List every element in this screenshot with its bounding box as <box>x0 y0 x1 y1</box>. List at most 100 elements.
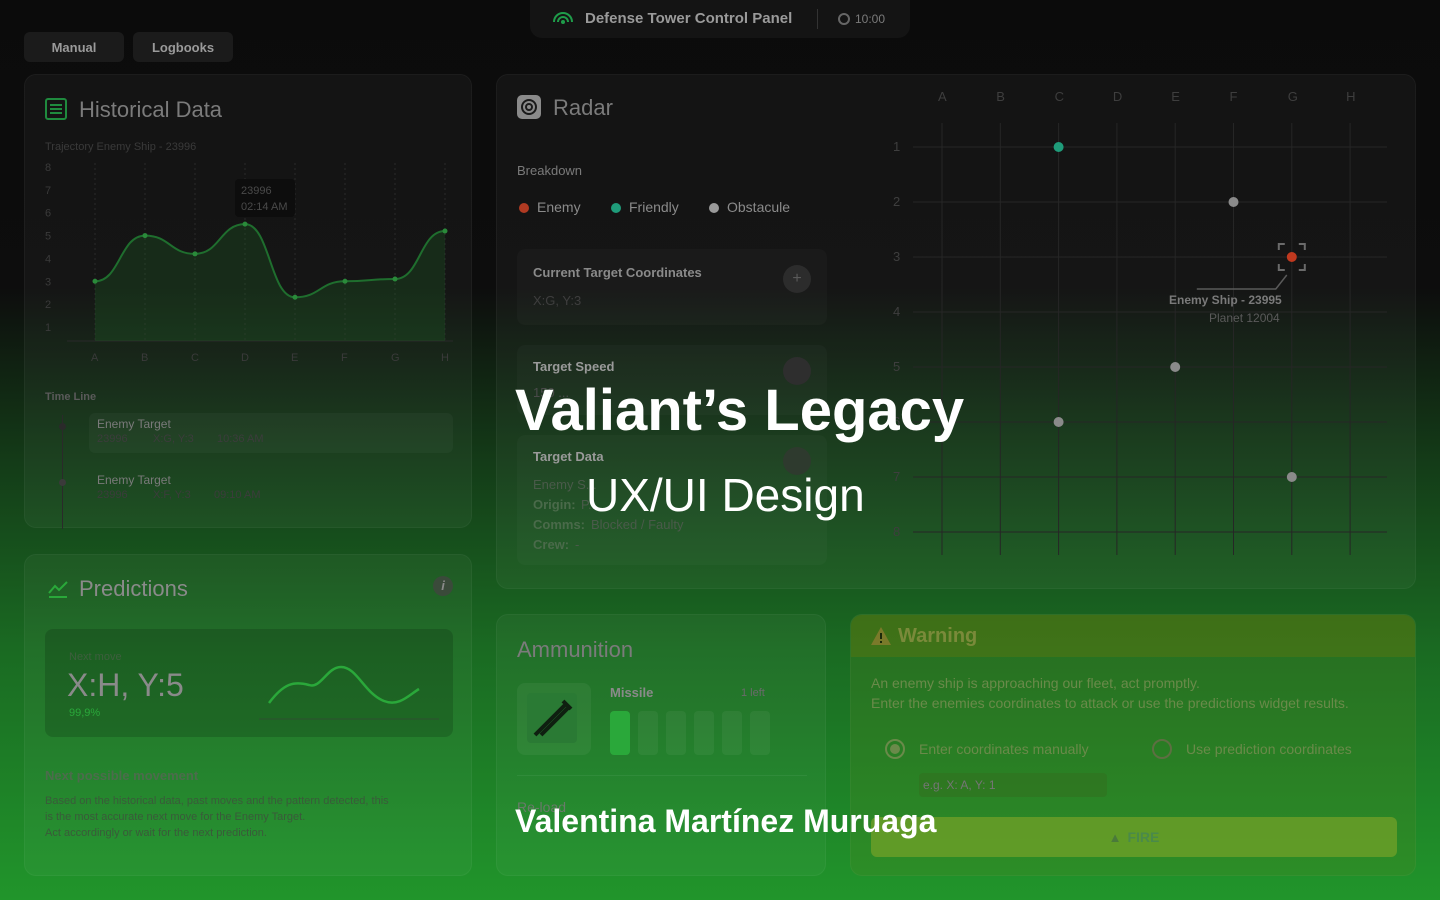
next-move-label: Next move <box>69 651 122 663</box>
y-tick-label: 5 <box>45 231 51 243</box>
ammo-slot <box>666 711 686 755</box>
y-tick-label: 2 <box>45 299 51 311</box>
timeline-item-coords: X:F, Y:3 <box>153 489 191 501</box>
column-label: D <box>1113 89 1122 104</box>
data-point <box>442 228 448 234</box>
prediction-description-2: is the most accurate next move for the E… <box>45 811 306 823</box>
column-label: G <box>1288 89 1298 104</box>
data-point <box>142 233 148 239</box>
crew-label: Crew: <box>533 537 570 552</box>
bracket-corner <box>1277 264 1285 271</box>
row-label: 4 <box>893 304 900 319</box>
predictions-title: Predictions <box>79 576 188 601</box>
obstacle-dot <box>709 203 719 214</box>
y-tick-label: 7 <box>45 185 51 197</box>
crew-value: - <box>575 537 580 552</box>
target-data-label: Target Data <box>533 449 604 464</box>
timeline-item-title: Enemy Target <box>97 473 171 487</box>
timeline-item[interactable]: Enemy Target 23996 X:F, Y:3 09:10 AM <box>89 469 453 509</box>
legend-friendly: Friendly <box>611 199 679 215</box>
timeline-item-time: 09:10 AM <box>214 489 261 501</box>
timeline-item-coords: X:G, Y:3 <box>153 433 194 445</box>
radio-manual-selected <box>890 744 900 754</box>
timeline-item-title: Enemy Target <box>97 417 171 431</box>
legend-enemy-label: Enemy <box>537 199 581 215</box>
bracket-corner <box>1298 264 1306 271</box>
predictions-panel: Predictions i Next move X:H, Y:5 99,9% N… <box>24 554 472 876</box>
clock-time: 10:00 <box>855 12 886 26</box>
flame-icon: ▲ <box>1108 829 1122 845</box>
x-tick-label: F <box>341 352 348 364</box>
bracket-corner <box>1277 243 1285 250</box>
radio-manual-label: Enter coordinates manually <box>919 741 1089 757</box>
obstacle-marker <box>1053 417 1064 427</box>
tooltip-time: 02:14 AM <box>241 201 288 213</box>
target-speed-label: Target Speed <box>533 359 615 374</box>
ammo-bars <box>610 711 790 755</box>
y-tick-label: 8 <box>45 162 51 174</box>
timeline-item-id: 23996 <box>97 489 128 501</box>
ship-sublabel: Planet 12004 <box>1209 311 1280 325</box>
column-label: B <box>996 89 1005 104</box>
column-label: C <box>1055 89 1064 104</box>
timeline-item-time: 10:36 AM <box>217 433 264 445</box>
row-label: 3 <box>893 249 900 264</box>
ammunition-title: Ammunition <box>517 637 634 662</box>
current-target-card: Current Target Coordinates X:G, Y:3 + <box>517 249 827 325</box>
top-bar: Defense Tower Control Panel 10:00 <box>530 0 910 38</box>
column-label: E <box>1171 89 1180 104</box>
ammo-slot <box>694 711 714 755</box>
radar-title: Radar <box>553 95 613 120</box>
radar-grid: A B C D E F G H12345678 <box>893 89 1387 555</box>
friendly-marker <box>1053 142 1064 152</box>
warning-line2: Enter the enemies coordinates to attack … <box>871 695 1349 711</box>
timeline-item[interactable]: Enemy Target 23996 X:G, Y:3 10:36 AM <box>89 413 453 453</box>
y-tick-label: 3 <box>45 276 51 288</box>
overlay-title: Valiant’s Legacy <box>515 378 965 443</box>
y-tick-label: 6 <box>45 208 51 220</box>
legend-obstacle: Obstacule <box>709 199 790 215</box>
coordinates-input[interactable] <box>919 773 1107 797</box>
ammo-divider <box>517 775 807 776</box>
legend-obstacle-label: Obstacule <box>727 199 791 215</box>
logbooks-button[interactable]: Logbooks <box>133 32 233 62</box>
ship-label-leader <box>1196 274 1288 290</box>
radio-manual[interactable] <box>885 739 905 759</box>
manual-button[interactable]: Manual <box>24 32 124 62</box>
ammo-slot <box>610 711 630 755</box>
enemy-dot <box>519 203 529 214</box>
data-point <box>242 221 248 227</box>
legend-friendly-label: Friendly <box>629 199 679 215</box>
x-tick-label: B <box>141 352 148 364</box>
ammo-slot <box>750 711 770 755</box>
row-label: 8 <box>893 524 900 539</box>
prediction-description-3: Act accordingly or wait for the next pre… <box>45 827 267 839</box>
warning-icon <box>871 627 891 645</box>
column-label: F <box>1230 89 1238 104</box>
ammo-slot <box>722 711 742 755</box>
data-point <box>92 278 98 284</box>
historical-data-title: Historical Data <box>79 97 223 122</box>
column-label: H <box>1346 89 1355 104</box>
ammo-slot <box>638 711 658 755</box>
fire-label: FIRE <box>1127 829 1160 845</box>
x-tick-label: A <box>91 352 99 364</box>
historical-data-panel: Historical Data Trajectory Enemy Ship - … <box>24 74 472 529</box>
app-title: Defense Tower Control Panel <box>585 10 793 27</box>
comms-label: Comms: <box>533 517 586 532</box>
info-icon[interactable]: i <box>433 576 453 596</box>
timeline-label: Time Line <box>45 391 97 403</box>
missile-left: 1 left <box>741 687 765 699</box>
data-point <box>192 251 198 257</box>
chart-tooltip: 23996 02:14 AM <box>235 179 295 217</box>
radio-prediction[interactable] <box>1152 739 1172 759</box>
data-point <box>292 294 298 300</box>
timeline-item-id: 23996 <box>97 433 128 445</box>
overlay-author: Valentina Martínez Muruaga <box>515 803 937 839</box>
fire-button[interactable]: ▲ FIRE <box>871 817 1397 857</box>
missile-icon-box <box>517 683 591 755</box>
crosshair-icon[interactable]: + <box>783 265 811 293</box>
divider <box>817 9 818 29</box>
overlay-subtitle: UX/UI Design <box>586 469 865 521</box>
breakdown-label: Breakdown <box>517 163 583 178</box>
